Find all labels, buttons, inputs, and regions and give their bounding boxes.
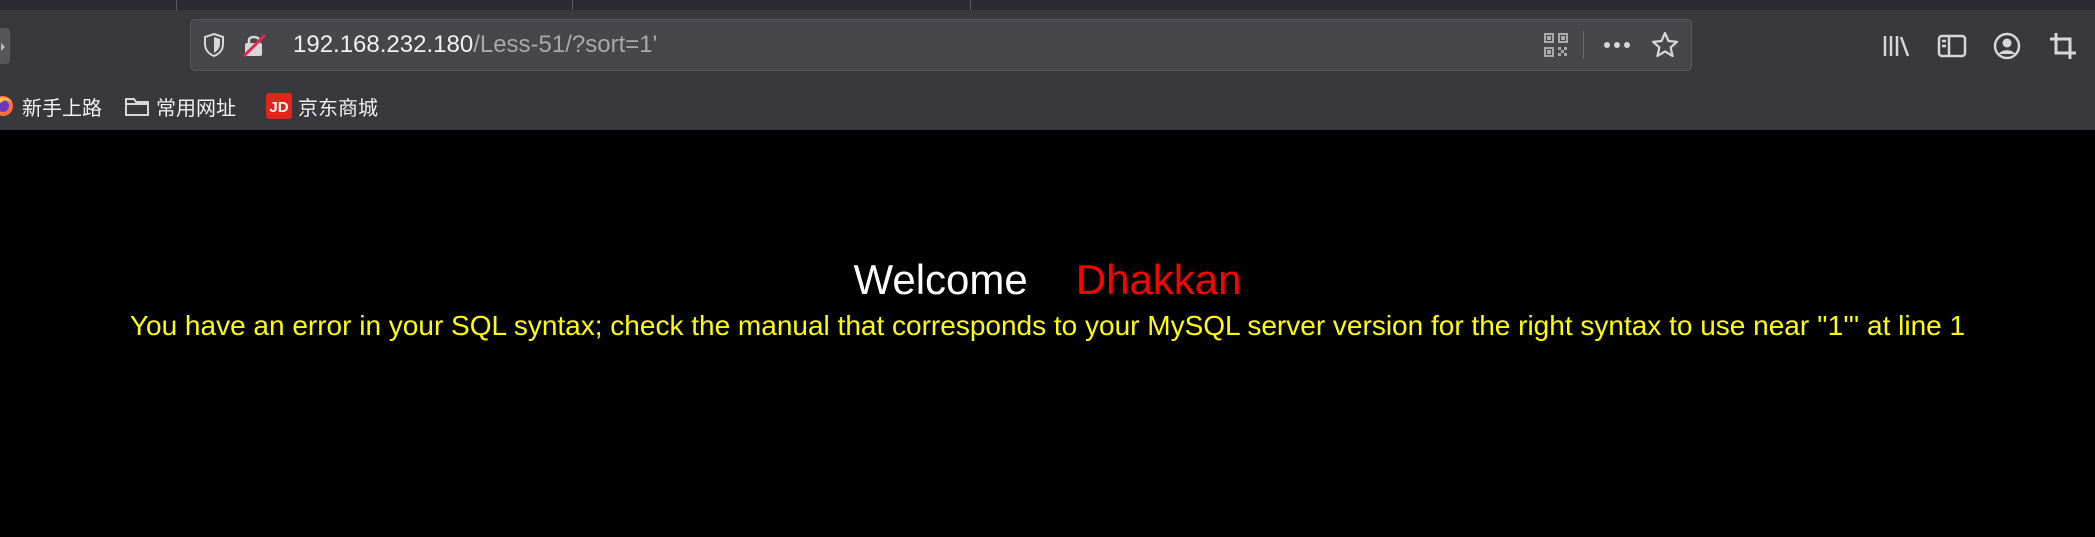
- account-icon[interactable]: [1990, 29, 2024, 63]
- tab-separator: [572, 0, 573, 10]
- qr-code-icon[interactable]: [1542, 31, 1570, 59]
- address-bar[interactable]: 192.168.232.180/Less-51/?sort=1': [190, 19, 1692, 71]
- firefox-icon: [0, 93, 16, 119]
- tab-separator: [970, 0, 971, 10]
- url-host: 192.168.232.180: [293, 31, 474, 58]
- bookmark-item[interactable]: JD 京东商城: [266, 88, 378, 124]
- sidebar-icon[interactable]: [1935, 29, 1969, 63]
- bookmark-item[interactable]: 新手上路: [0, 88, 102, 124]
- welcome-text: Welcome: [853, 256, 1028, 303]
- star-icon[interactable]: [1651, 31, 1679, 59]
- shield-icon[interactable]: [200, 31, 228, 59]
- bookmarks-toolbar: 新手上路 常用网址 JD 京东商城: [0, 88, 2095, 124]
- more-icon[interactable]: [1603, 31, 1631, 59]
- bookmark-label: 新手上路: [22, 95, 102, 120]
- bookmark-folder[interactable]: 常用网址: [124, 88, 236, 124]
- tab-strip: [0, 0, 2095, 10]
- url-text[interactable]: 192.168.232.180/Less-51/?sort=1': [293, 30, 657, 60]
- folder-icon: [124, 93, 150, 119]
- page-content: Welcome Dhakkan You have an error in your…: [0, 130, 2095, 537]
- sidebar-toggle-button[interactable]: [0, 28, 10, 64]
- sql-error-message: You have an error in your SQL syntax; ch…: [129, 310, 1966, 341]
- svg-text:JD: JD: [269, 99, 288, 116]
- user-name: Dhakkan: [1075, 256, 1242, 303]
- url-divider: [1583, 31, 1584, 59]
- jd-icon: JD: [266, 93, 292, 119]
- library-icon[interactable]: [1879, 29, 1913, 63]
- bookmark-label: 常用网址: [156, 95, 236, 120]
- url-path: /Less-51/?sort=1': [473, 31, 658, 58]
- tab-separator: [176, 0, 177, 10]
- welcome-line: Welcome Dhakkan: [0, 256, 2095, 304]
- screenshot-icon[interactable]: [2046, 29, 2080, 63]
- insecure-lock-icon[interactable]: [240, 31, 268, 59]
- bookmark-label: 京东商城: [298, 95, 378, 120]
- browser-chrome: 192.168.232.180/Less-51/?sort=1' 新手上路 常用…: [0, 0, 2095, 130]
